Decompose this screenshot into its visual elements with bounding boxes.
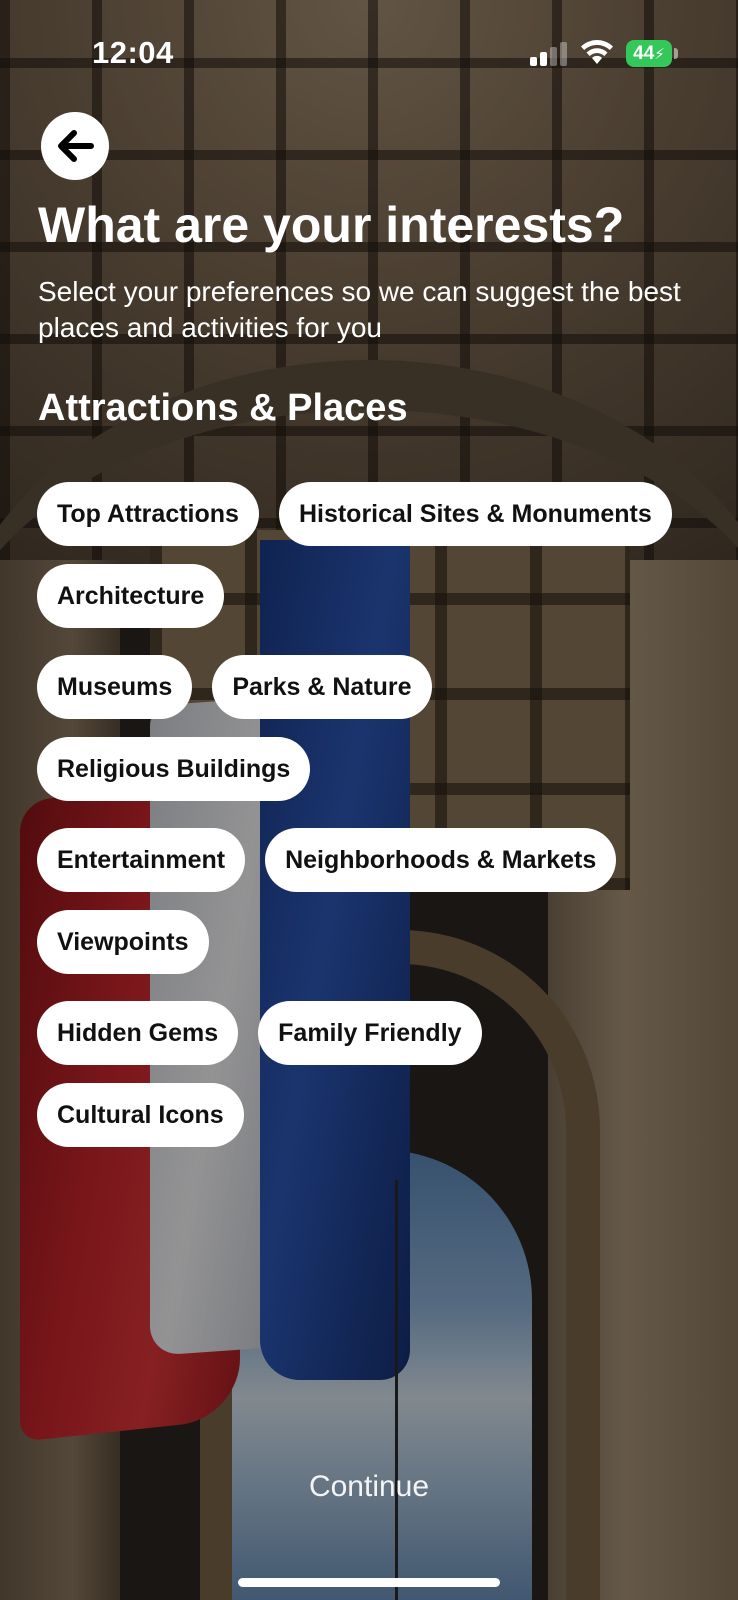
interest-chip-list: Top Attractions Historical Sites & Monum… <box>37 482 717 1147</box>
chip-row: Religious Buildings <box>37 737 717 801</box>
chip-top-attractions[interactable]: Top Attractions <box>37 482 259 546</box>
back-button[interactable] <box>41 112 109 180</box>
chip-museums[interactable]: Museums <box>37 655 193 719</box>
cellular-signal-icon <box>530 42 568 66</box>
chip-parks-nature[interactable]: Parks & Nature <box>212 655 432 719</box>
page-subtitle: Select your preferences so we can sugges… <box>38 276 681 343</box>
battery-charging-icon: 44 ⚡ <box>626 40 672 67</box>
chip-architecture[interactable]: Architecture <box>37 564 225 628</box>
chip-row: Entertainment Neighborhoods & Markets <box>37 828 717 892</box>
chip-row: Museums Parks & Nature <box>37 655 717 719</box>
chip-entertainment[interactable]: Entertainment <box>37 828 246 892</box>
chip-hidden-gems[interactable]: Hidden Gems <box>37 1001 239 1065</box>
chip-row: Cultural Icons <box>37 1083 717 1147</box>
chip-family-friendly[interactable]: Family Friendly <box>258 1001 482 1065</box>
home-indicator <box>238 1578 500 1587</box>
chip-row: Viewpoints <box>37 910 717 974</box>
section-title: Attractions & Places <box>38 387 408 429</box>
interests-screen: 12:04 44 ⚡ What are your interests? Selec… <box>0 0 738 1600</box>
chip-cultural-icons[interactable]: Cultural Icons <box>37 1083 244 1147</box>
chip-row: Hidden Gems Family Friendly <box>37 1001 717 1065</box>
battery-level: 44 <box>633 42 655 64</box>
continue-button[interactable]: Continue <box>269 1462 469 1512</box>
status-time: 12:04 <box>92 35 174 70</box>
arrow-left-icon <box>58 130 94 162</box>
status-bar: 12:04 44 ⚡ <box>0 0 738 100</box>
chip-viewpoints[interactable]: Viewpoints <box>37 910 209 974</box>
chip-religious-buildings[interactable]: Religious Buildings <box>37 737 311 801</box>
page-title: What are your interests? <box>38 197 625 253</box>
battery-cap <box>674 48 678 59</box>
chip-row: Top Attractions Historical Sites & Monum… <box>37 482 717 546</box>
chip-row: Architecture <box>37 564 717 628</box>
chip-neighborhoods-markets[interactable]: Neighborhoods & Markets <box>265 828 617 892</box>
chip-historical-sites[interactable]: Historical Sites & Monuments <box>278 482 672 546</box>
wifi-icon <box>581 40 613 64</box>
